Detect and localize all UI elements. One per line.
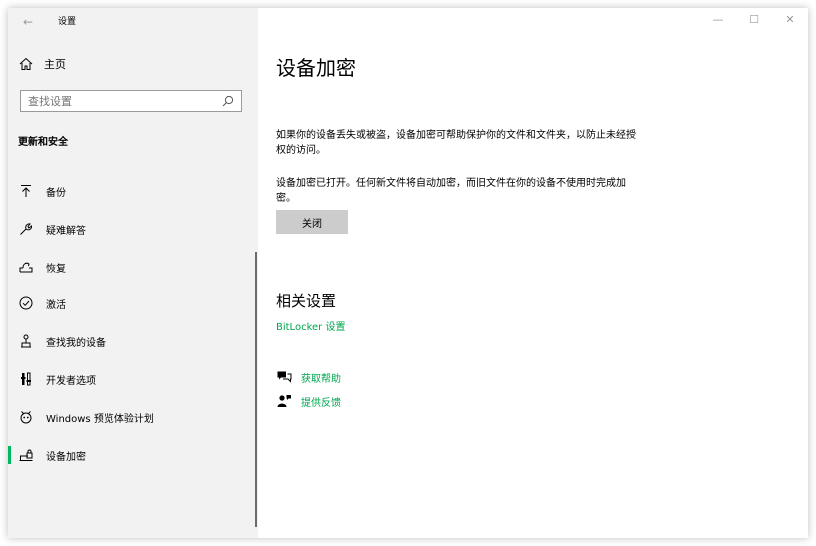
page-title: 设备加密 bbox=[276, 56, 356, 80]
sidebar-item-label: 设备加密 bbox=[46, 451, 86, 463]
sidebar-item-backup[interactable]: 备份 bbox=[8, 176, 258, 206]
section-header: 更新和安全 bbox=[18, 137, 68, 148]
sidebar-item-label: 疑难解答 bbox=[46, 225, 86, 237]
sidebar-item-insider[interactable]: Windows 预览体验计划 bbox=[8, 402, 258, 432]
bitlocker-settings-link[interactable]: BitLocker 设置 bbox=[276, 318, 345, 333]
minimize-icon[interactable]: — bbox=[700, 8, 736, 34]
main-content: — ☐ ✕ 设备加密 如果你的设备丢失或被盗，设备加密可帮助保护你的文件和文件夹… bbox=[258, 8, 808, 538]
close-icon[interactable]: ✕ bbox=[772, 8, 808, 34]
recovery-icon bbox=[18, 259, 34, 275]
insider-icon bbox=[18, 409, 34, 425]
find-device-icon bbox=[18, 333, 34, 349]
developer-icon bbox=[18, 371, 34, 387]
sidebar-item-find-device[interactable]: 查找我的设备 bbox=[8, 326, 258, 356]
get-help-row[interactable]: 获取帮助 bbox=[276, 369, 341, 385]
device-encryption-icon bbox=[18, 447, 34, 463]
get-help-link[interactable]: 获取帮助 bbox=[301, 370, 341, 385]
feedback-link[interactable]: 提供反馈 bbox=[301, 394, 341, 409]
feedback-person-icon bbox=[276, 393, 292, 409]
window-title: 设置 bbox=[58, 17, 77, 27]
turn-off-button[interactable]: 关闭 bbox=[276, 210, 348, 234]
check-circle-icon bbox=[18, 295, 34, 311]
help-chat-icon bbox=[276, 369, 292, 385]
maximize-icon[interactable]: ☐ bbox=[736, 8, 772, 34]
search-input[interactable] bbox=[28, 91, 218, 111]
search-box[interactable] bbox=[20, 90, 242, 112]
sidebar-item-activation[interactable]: 激活 bbox=[8, 288, 258, 318]
home-icon bbox=[18, 56, 34, 72]
home-label: 主页 bbox=[44, 58, 66, 71]
sidebar-item-label: 查找我的设备 bbox=[46, 337, 106, 349]
sidebar-item-troubleshoot[interactable]: 疑难解答 bbox=[8, 214, 258, 244]
sidebar-item-label: 开发者选项 bbox=[46, 375, 96, 387]
sidebar-item-label: 恢复 bbox=[46, 263, 66, 275]
sidebar-item-label: Windows 预览体验计划 bbox=[46, 413, 154, 425]
sidebar-item-label: 激活 bbox=[46, 299, 66, 311]
wrench-icon bbox=[18, 221, 34, 237]
sidebar-scrollbar[interactable] bbox=[255, 252, 257, 527]
status-text: 设备加密已打开。任何新文件将自动加密，而旧文件在你的设备不使用时完成加密。 bbox=[276, 178, 626, 204]
sidebar-item-recovery[interactable]: 恢复 bbox=[8, 252, 258, 282]
sidebar-home[interactable]: 主页 bbox=[18, 56, 66, 72]
backup-arrow-icon bbox=[18, 183, 34, 199]
sidebar: ← 设置 主页 更新和安全 备份 疑难解答 bbox=[8, 8, 258, 538]
sidebar-item-label: 备份 bbox=[46, 187, 66, 199]
sidebar-item-device-encryption[interactable]: 设备加密 bbox=[8, 440, 258, 470]
search-icon[interactable] bbox=[221, 93, 237, 109]
sidebar-item-developer[interactable]: 开发者选项 bbox=[8, 364, 258, 394]
related-settings-title: 相关设置 bbox=[276, 292, 337, 310]
back-arrow-icon[interactable]: ← bbox=[18, 12, 38, 32]
feedback-row[interactable]: 提供反馈 bbox=[276, 393, 341, 409]
window-controls: — ☐ ✕ bbox=[700, 8, 808, 34]
description-text: 如果你的设备丢失或被盗，设备加密可帮助保护你的文件和文件夹，以防止未经授权的访问… bbox=[276, 130, 636, 156]
settings-window: ← 设置 主页 更新和安全 备份 疑难解答 bbox=[8, 8, 808, 538]
